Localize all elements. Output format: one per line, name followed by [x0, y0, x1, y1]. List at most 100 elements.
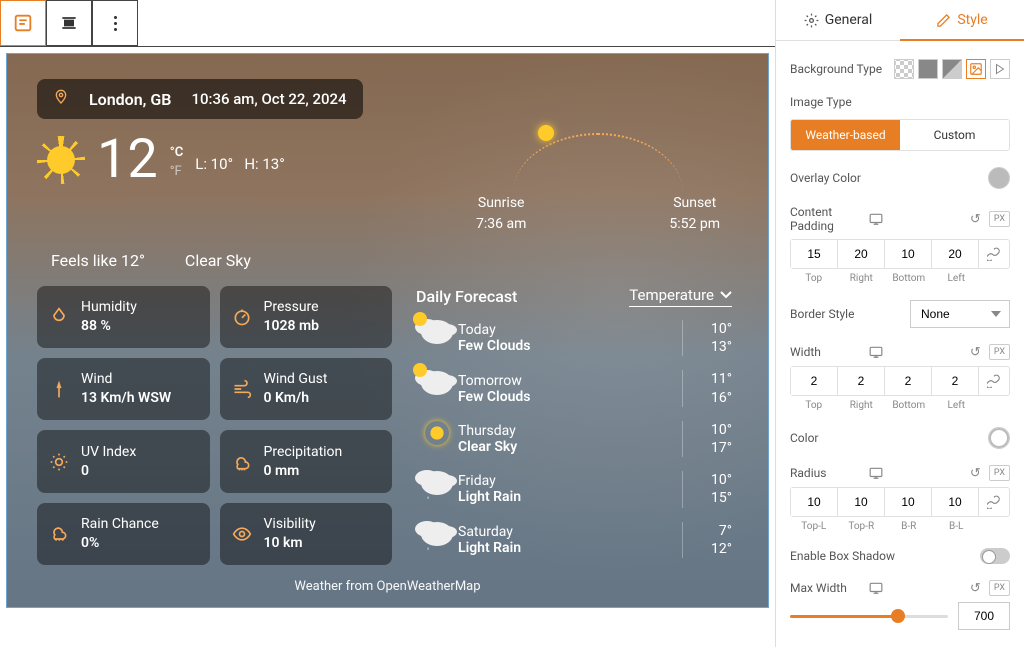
sidebar-tabs: General Style: [776, 0, 1024, 41]
humidity-icon: [49, 307, 69, 327]
unit-celsius[interactable]: °C: [170, 145, 184, 160]
bg-type-none[interactable]: [894, 59, 914, 79]
width-bottom[interactable]: [885, 367, 931, 395]
edit-icon: [936, 13, 951, 28]
condition-text: Clear Sky: [185, 251, 251, 270]
forecast-hi: 10°: [693, 421, 732, 439]
bg-type-video[interactable]: [990, 59, 1010, 79]
forecast-row: TomorrowFew Clouds 11°16°: [410, 363, 738, 413]
width-top[interactable]: [791, 367, 837, 395]
label-right: Right: [838, 400, 886, 411]
padding-top[interactable]: [791, 240, 837, 268]
bg-type-image[interactable]: [966, 59, 986, 79]
metric-label: Pressure: [264, 298, 320, 317]
metric-value: 0 mm: [264, 462, 343, 481]
link-padding-button[interactable]: [979, 240, 1009, 268]
link-radius-button[interactable]: [979, 488, 1009, 516]
width-right[interactable]: [838, 367, 884, 395]
reset-radius[interactable]: ↺: [970, 466, 981, 481]
temp-low: L: 10°: [195, 155, 233, 173]
radius-label: Radius: [790, 466, 861, 480]
uv-icon: [49, 452, 69, 472]
forecast-cond: Light Rain: [458, 540, 682, 556]
tab-style[interactable]: Style: [900, 0, 1024, 40]
forecast-lo: 16°: [693, 389, 732, 407]
forecast-row: FridayLight Rain10°15°: [410, 464, 738, 514]
desktop-icon[interactable]: [869, 212, 883, 226]
label-tl: Top-L: [790, 521, 838, 532]
radius-unit[interactable]: PX: [989, 465, 1010, 481]
link-width-button[interactable]: [979, 367, 1009, 395]
max-width-input[interactable]: [958, 602, 1010, 630]
forecast-day: Saturday: [458, 524, 513, 540]
desktop-icon[interactable]: [869, 581, 883, 595]
metric-label: Wind Gust: [264, 370, 328, 389]
content-padding-label: Content Padding: [790, 205, 861, 233]
forecast-lo: 17°: [693, 439, 732, 457]
forecast-selector-label: Temperature: [629, 286, 714, 304]
editor-canvas: London, GB 10:36 am, Oct 22, 2024 12 °C …: [0, 0, 776, 647]
wind-icon: [49, 379, 69, 399]
metric-visibility: Visibility10 km: [220, 503, 393, 565]
temp-high: H: 13°: [244, 155, 285, 173]
label-top: Top: [790, 400, 838, 411]
radius-tr[interactable]: [838, 488, 884, 516]
max-width-label: Max Width: [790, 581, 861, 595]
maxwidth-unit[interactable]: PX: [989, 580, 1010, 596]
color-label: Color: [790, 431, 980, 445]
forecast-day: Tomorrow: [458, 373, 522, 389]
forecast-hi: 7°: [693, 522, 732, 540]
sunrise-time: 7:36 am: [476, 214, 526, 235]
padding-left[interactable]: [932, 240, 978, 268]
chevron-down-icon: [720, 291, 732, 299]
forecast-row: ThursdayClear Sky10°17°: [410, 414, 738, 464]
metric-pressure: Pressure1028 mb: [220, 286, 393, 348]
reset-maxwidth[interactable]: ↺: [970, 581, 981, 596]
tab-general-label: General: [825, 12, 873, 28]
desktop-icon[interactable]: [869, 466, 883, 480]
width-label: Width: [790, 345, 861, 359]
reset-width[interactable]: ↺: [970, 345, 981, 360]
unit-fahrenheit[interactable]: °F: [170, 164, 184, 179]
sunset-label: Sunset: [669, 193, 720, 214]
box-shadow-toggle[interactable]: [980, 548, 1010, 564]
reset-padding[interactable]: ↺: [970, 212, 981, 227]
tab-general[interactable]: General: [776, 0, 900, 40]
desktop-icon[interactable]: [869, 345, 883, 359]
more-options-button[interactable]: [92, 0, 138, 46]
image-type-weather[interactable]: Weather-based: [791, 120, 900, 150]
sunrise-label: Sunrise: [476, 193, 526, 214]
align-icon: [59, 13, 79, 33]
bg-type-gradient[interactable]: [942, 59, 962, 79]
gust-icon: [232, 379, 252, 399]
overlay-color-picker[interactable]: [988, 167, 1010, 189]
current-temp: 12: [97, 133, 158, 187]
radius-tl[interactable]: [791, 488, 837, 516]
radius-br[interactable]: [885, 488, 931, 516]
metric-wind: Wind13 Km/h WSW: [37, 358, 210, 420]
padding-right[interactable]: [838, 240, 884, 268]
width-unit[interactable]: PX: [989, 344, 1010, 360]
block-type-button[interactable]: [0, 0, 46, 46]
block-icon: [12, 12, 34, 34]
unit-toggle[interactable]: °C °F: [170, 145, 184, 179]
bg-type-color[interactable]: [918, 59, 938, 79]
padding-bottom[interactable]: [885, 240, 931, 268]
bg-type-label: Background Type: [790, 62, 886, 76]
align-button[interactable]: [46, 0, 92, 46]
width-left[interactable]: [932, 367, 978, 395]
max-width-slider[interactable]: [790, 615, 948, 618]
weather-widget[interactable]: London, GB 10:36 am, Oct 22, 2024 12 °C …: [6, 53, 769, 608]
forecast-panel: Daily Forecast Temperature TodayFew Clou…: [410, 286, 738, 565]
forecast-cond: Few Clouds: [458, 389, 682, 405]
weather-attribution: Weather from OpenWeatherMap: [37, 579, 738, 594]
forecast-hi: 11°: [693, 370, 732, 388]
forecast-selector[interactable]: Temperature: [629, 286, 732, 307]
radius-bl[interactable]: [932, 488, 978, 516]
border-style-select[interactable]: None: [910, 300, 1010, 328]
border-color-picker[interactable]: [988, 427, 1010, 449]
metric-rain: Rain Chance0%: [37, 503, 210, 565]
padding-unit[interactable]: PX: [989, 211, 1010, 227]
image-type-custom[interactable]: Custom: [900, 120, 1009, 150]
play-icon: [994, 63, 1006, 75]
